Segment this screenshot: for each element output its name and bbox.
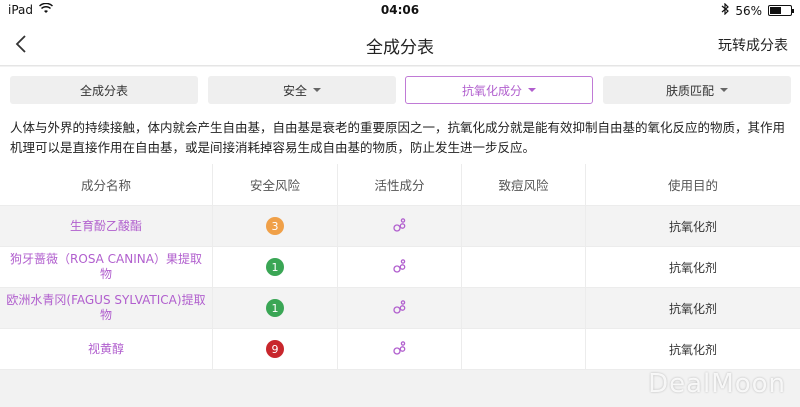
- acne-risk-cell: [462, 247, 586, 287]
- bluetooth-icon: [721, 2, 730, 18]
- category-description: 人体与外界的持续接触，体内就会产生自由基，自由基是衰老的重要原因之一，抗氧化成分…: [0, 112, 800, 164]
- ingredient-name[interactable]: 生育酚乙酸酯: [64, 219, 148, 234]
- table-header: 成分名称 安全风险 活性成分 致痘风险 使用目的: [0, 164, 800, 206]
- battery-percent: 56%: [735, 3, 762, 18]
- ingredients-table: 成分名称 安全风险 活性成分 致痘风险 使用目的 生育酚乙酸酯 3 抗氧化剂 狗…: [0, 164, 800, 370]
- nav-bar: 全成分表 玩转成分表: [0, 22, 800, 66]
- header-name: 成分名称: [0, 164, 213, 205]
- header-purpose: 使用目的: [667, 178, 718, 193]
- filter-bar: 全成分表 安全 抗氧化成分 肤质匹配: [0, 67, 800, 112]
- filter-label: 抗氧化成分: [461, 83, 522, 98]
- filter-label: 安全: [282, 83, 307, 98]
- status-bar: iPad 04:06 56%: [0, 0, 800, 22]
- caret-down-icon: [720, 88, 728, 92]
- ingredient-name[interactable]: 视黄醇: [82, 342, 130, 357]
- status-right: 56%: [721, 2, 794, 18]
- guide-link[interactable]: 玩转成分表: [718, 35, 788, 55]
- filter-all-ingredients[interactable]: 全成分表: [10, 76, 198, 104]
- caret-down-icon: [313, 88, 321, 92]
- table-row[interactable]: 生育酚乙酸酯 3 抗氧化剂: [0, 206, 800, 247]
- header-acne-risk: 致痘风险: [462, 164, 586, 205]
- usage-purpose: 抗氧化剂: [668, 301, 717, 316]
- header-active: 活性成分: [338, 164, 462, 205]
- risk-badge: 3: [266, 217, 284, 235]
- ingredient-name[interactable]: 欧洲水青冈(FAGUS SYLVATICA)提取物: [0, 293, 212, 323]
- battery-icon: [768, 5, 794, 16]
- filter-safety[interactable]: 安全: [208, 76, 396, 104]
- acne-risk-cell: [462, 206, 586, 246]
- active-ingredient-icon: [392, 258, 408, 277]
- active-ingredient-icon: [392, 299, 408, 318]
- caret-down-icon: [528, 88, 536, 92]
- filter-label: 肤质匹配: [665, 83, 714, 98]
- table-row[interactable]: 视黄醇 9 抗氧化剂: [0, 329, 800, 370]
- page-title: 全成分表: [366, 38, 434, 58]
- acne-risk-cell: [462, 288, 586, 328]
- header-safety-risk: 安全风险: [213, 164, 338, 205]
- status-time: 04:06: [380, 3, 420, 17]
- risk-badge: 1: [266, 299, 284, 317]
- table-row[interactable]: 狗牙蔷薇（ROSA CANINA）果提取物 1 抗氧化剂: [0, 247, 800, 288]
- active-ingredient-icon: [392, 217, 408, 236]
- ingredient-name[interactable]: 狗牙蔷薇（ROSA CANINA）果提取物: [0, 252, 212, 282]
- risk-badge: 1: [266, 258, 284, 276]
- filter-skin-type[interactable]: 肤质匹配: [603, 76, 791, 104]
- risk-badge: 9: [266, 340, 284, 358]
- usage-purpose: 抗氧化剂: [668, 260, 717, 275]
- usage-purpose: 抗氧化剂: [668, 342, 717, 357]
- active-ingredient-icon: [392, 340, 408, 359]
- acne-risk-cell: [462, 329, 586, 369]
- usage-purpose: 抗氧化剂: [668, 219, 717, 234]
- table-row[interactable]: 欧洲水青冈(FAGUS SYLVATICA)提取物 1 抗氧化剂: [0, 288, 800, 329]
- watermark-logo: DealMoon: [648, 369, 786, 399]
- battery-fill: [770, 7, 782, 14]
- filter-antioxidant[interactable]: 抗氧化成分: [405, 76, 593, 104]
- filter-label: 全成分表: [79, 83, 128, 98]
